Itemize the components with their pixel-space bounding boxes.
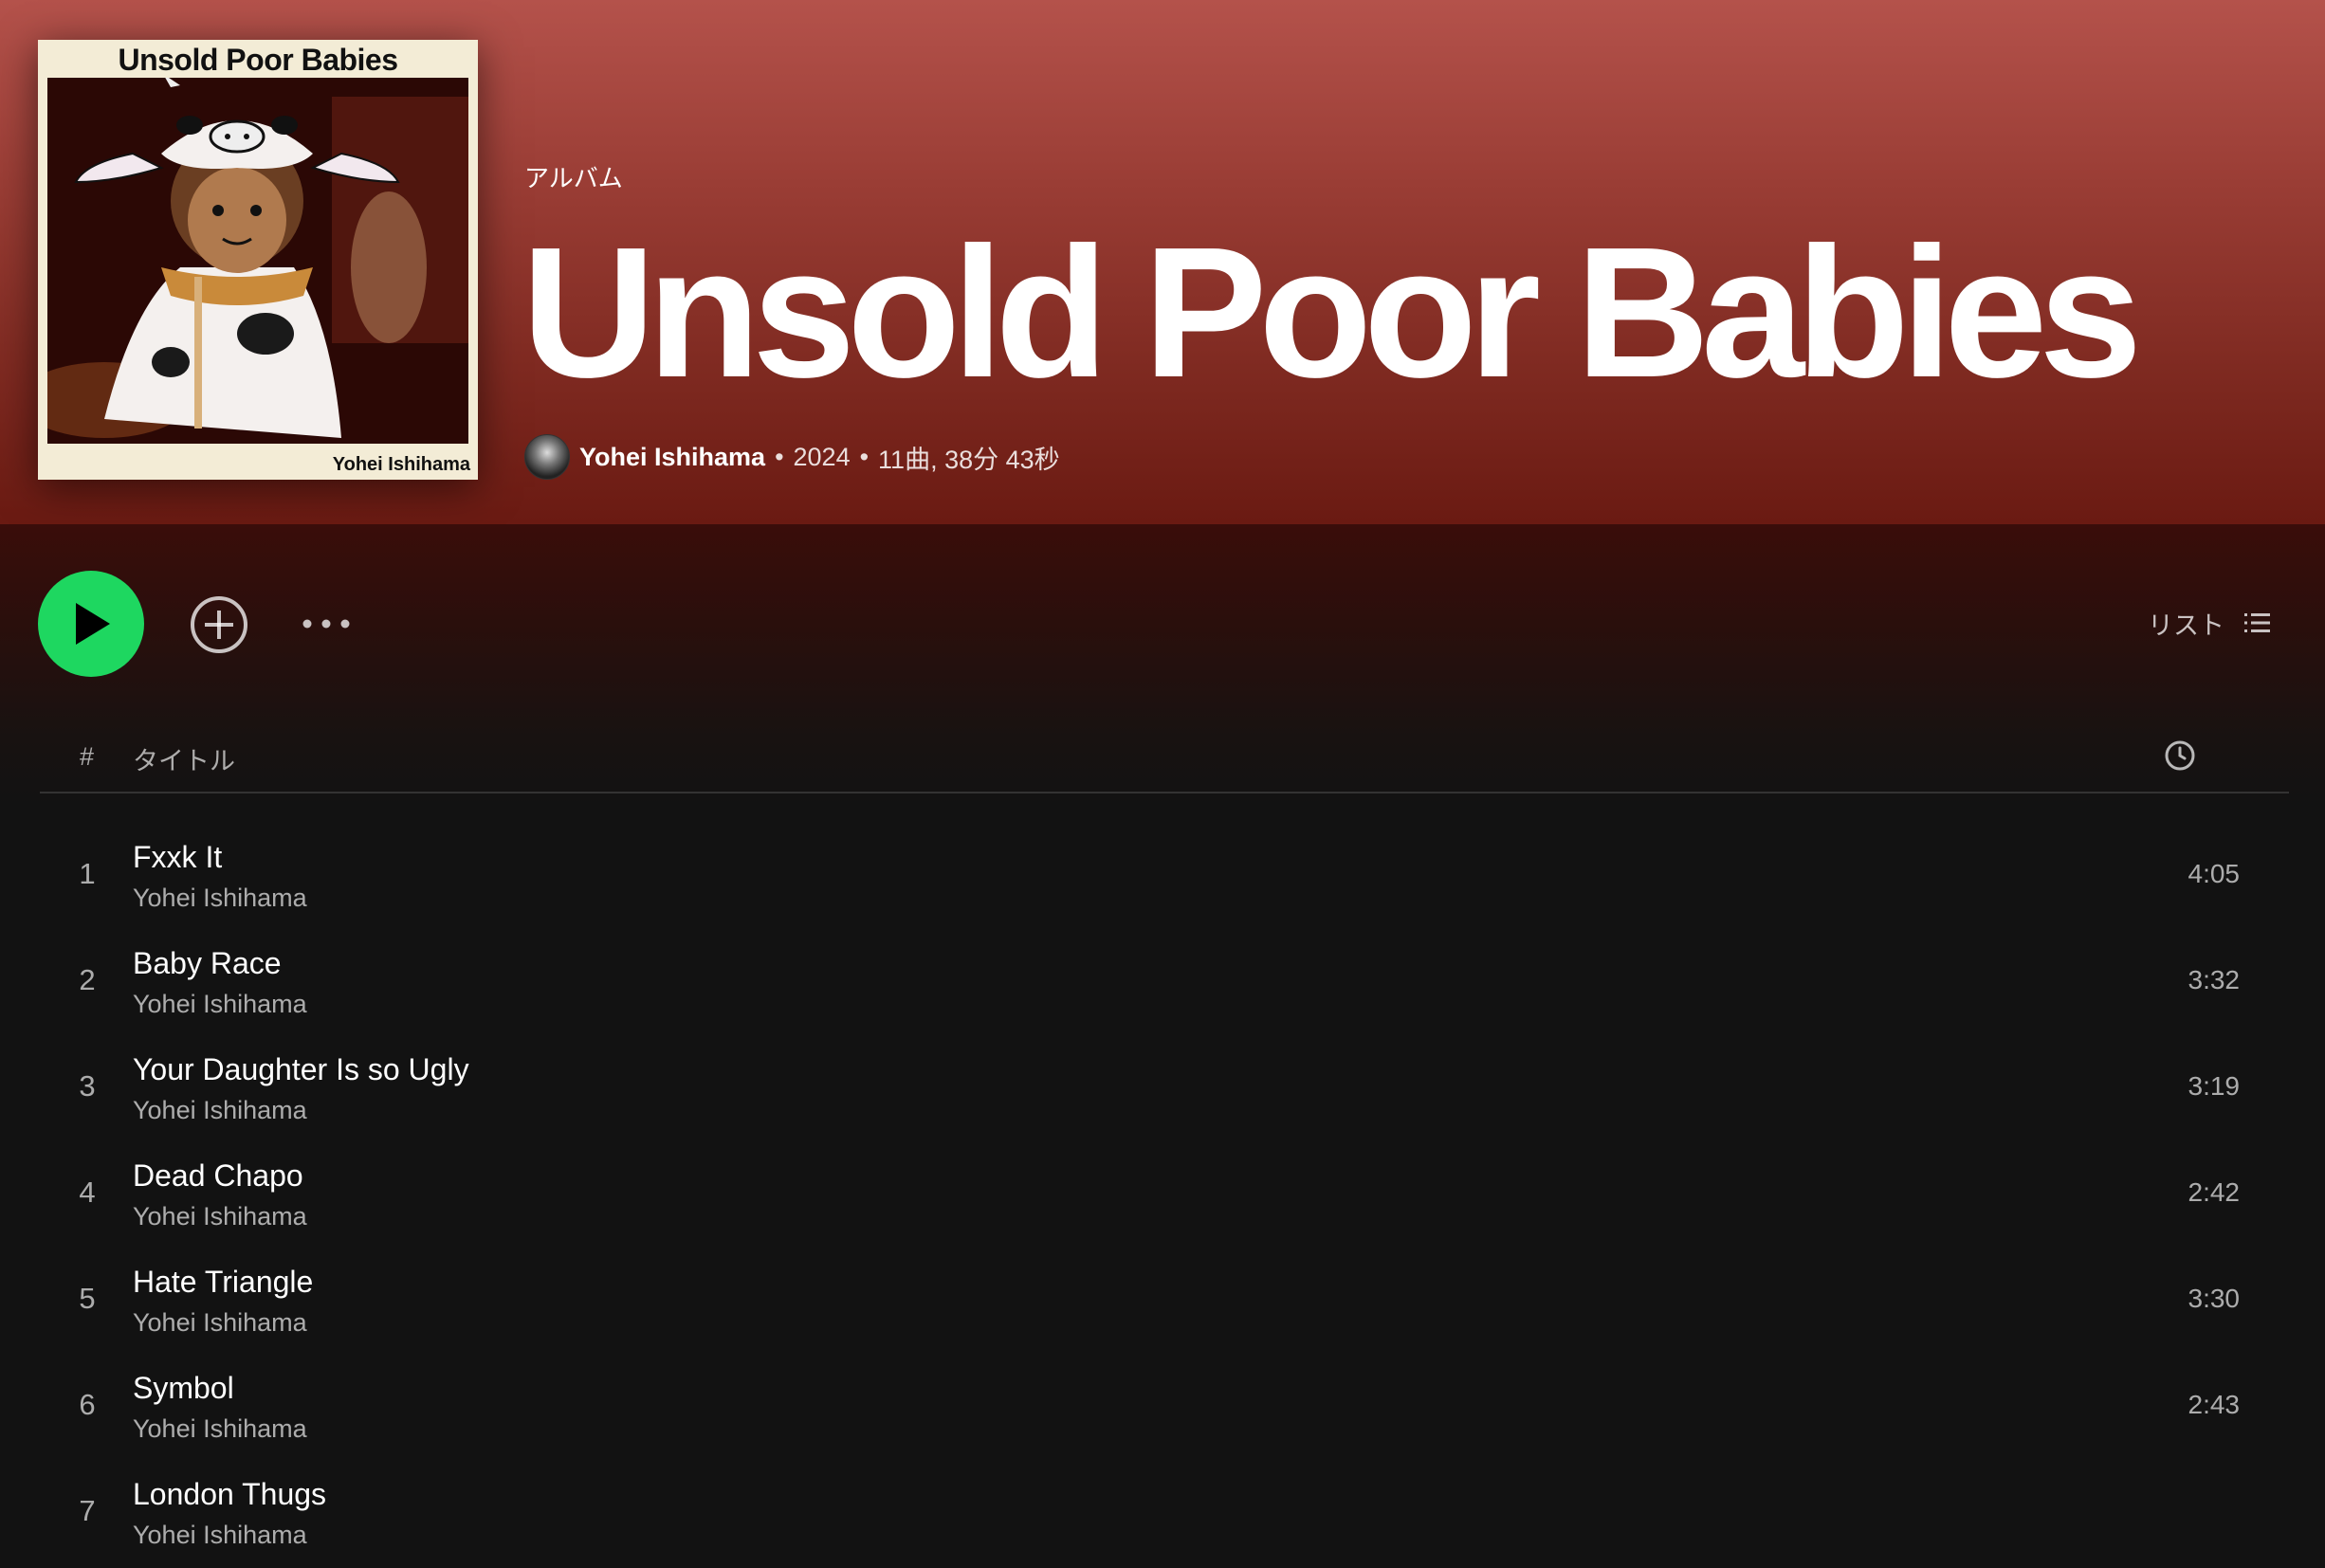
track-number: 5 bbox=[79, 1282, 96, 1315]
track-artist[interactable]: Yohei Ishihama bbox=[133, 1096, 307, 1125]
add-to-library-button[interactable] bbox=[190, 595, 248, 654]
track-row[interactable]: 5 Hate Triangle Yohei Ishihama 3:30 bbox=[40, 1249, 2289, 1356]
clock-icon bbox=[2165, 740, 2195, 771]
track-number: 1 bbox=[79, 857, 96, 890]
track-row[interactable]: 1 Fxxk It Yohei Ishihama 4:05 bbox=[40, 825, 2289, 931]
track-title[interactable]: Fxxk It bbox=[133, 840, 222, 875]
separator-dot: • bbox=[775, 442, 784, 471]
track-number: 6 bbox=[79, 1388, 96, 1421]
track-row[interactable]: 2 Baby Race Yohei Ishihama 3:32 bbox=[40, 931, 2289, 1037]
view-toggle-button[interactable]: リスト bbox=[2142, 599, 2278, 647]
track-duration: 2:42 bbox=[2188, 1177, 2241, 1207]
track-number: 3 bbox=[79, 1069, 96, 1103]
column-number: # bbox=[80, 742, 95, 771]
album-header: Unsold Poor Babies Yohei Ishihama アルバム U… bbox=[0, 0, 2325, 524]
track-duration: 2:43 bbox=[2188, 1390, 2241, 1419]
track-duration: 3:19 bbox=[2188, 1071, 2241, 1101]
play-icon bbox=[76, 603, 110, 645]
track-artist[interactable]: Yohei Ishihama bbox=[133, 1521, 307, 1550]
track-artist[interactable]: Yohei Ishihama bbox=[133, 990, 307, 1019]
track-duration: 3:30 bbox=[2188, 1284, 2241, 1313]
track-row[interactable]: 6 Symbol Yohei Ishihama 2:43 bbox=[40, 1356, 2289, 1462]
track-artist[interactable]: Yohei Ishihama bbox=[133, 1202, 307, 1231]
track-artist[interactable]: Yohei Ishihama bbox=[133, 1308, 307, 1338]
artist-link[interactable]: Yohei Ishihama bbox=[579, 443, 765, 472]
play-button[interactable] bbox=[38, 571, 144, 677]
release-year: 2024 bbox=[793, 442, 851, 471]
tracklist-header: # タイトル bbox=[40, 723, 2289, 793]
track-title[interactable]: Your Daughter Is so Ugly bbox=[133, 1052, 469, 1087]
album-meta: Yohei Ishihama • 2024 • 11曲, 38分 43秒 bbox=[524, 434, 1060, 480]
track-row[interactable]: 4 Dead Chapo Yohei Ishihama 2:42 bbox=[40, 1143, 2289, 1249]
track-title[interactable]: Dead Chapo bbox=[133, 1158, 303, 1194]
cover-artist: Yohei Ishihama bbox=[332, 454, 470, 475]
track-row[interactable]: 3 Your Daughter Is so Ugly Yohei Ishiham… bbox=[40, 1037, 2289, 1143]
track-title[interactable]: Symbol bbox=[133, 1371, 234, 1406]
track-number: 2 bbox=[79, 963, 96, 996]
album-cover[interactable]: Unsold Poor Babies Yohei Ishihama bbox=[38, 40, 478, 480]
track-row[interactable]: 7 London Thugs Yohei Ishihama bbox=[40, 1462, 2289, 1568]
track-artist[interactable]: Yohei Ishihama bbox=[133, 884, 307, 913]
album-type-label: アルバム bbox=[524, 164, 623, 192]
more-icon bbox=[302, 619, 350, 629]
tracklist: 1 Fxxk It Yohei Ishihama 4:05 2 Baby Rac… bbox=[40, 825, 2289, 1568]
artist-avatar[interactable] bbox=[524, 434, 570, 480]
column-title[interactable]: タイトル bbox=[133, 740, 235, 777]
cover-artwork bbox=[47, 78, 468, 444]
track-duration: 3:32 bbox=[2188, 965, 2241, 994]
add-circle-icon bbox=[191, 596, 247, 653]
album-summary: 11曲, 38分 43秒 bbox=[878, 445, 1060, 474]
column-duration bbox=[2164, 739, 2196, 778]
view-label: リスト bbox=[2148, 611, 2224, 640]
more-options-button[interactable] bbox=[300, 603, 353, 645]
separator-dot: • bbox=[859, 442, 870, 471]
track-title[interactable]: Hate Triangle bbox=[133, 1265, 313, 1300]
track-title[interactable]: Baby Race bbox=[133, 946, 282, 981]
track-duration: 4:05 bbox=[2188, 859, 2241, 888]
track-number: 7 bbox=[79, 1494, 96, 1527]
album-title: Unsold Poor Babies bbox=[522, 209, 2142, 416]
track-artist[interactable]: Yohei Ishihama bbox=[133, 1414, 307, 1444]
track-title[interactable]: London Thugs bbox=[133, 1477, 326, 1512]
cover-title: Unsold Poor Babies bbox=[118, 43, 398, 77]
list-view-icon bbox=[2244, 613, 2270, 632]
track-number: 4 bbox=[79, 1176, 96, 1209]
